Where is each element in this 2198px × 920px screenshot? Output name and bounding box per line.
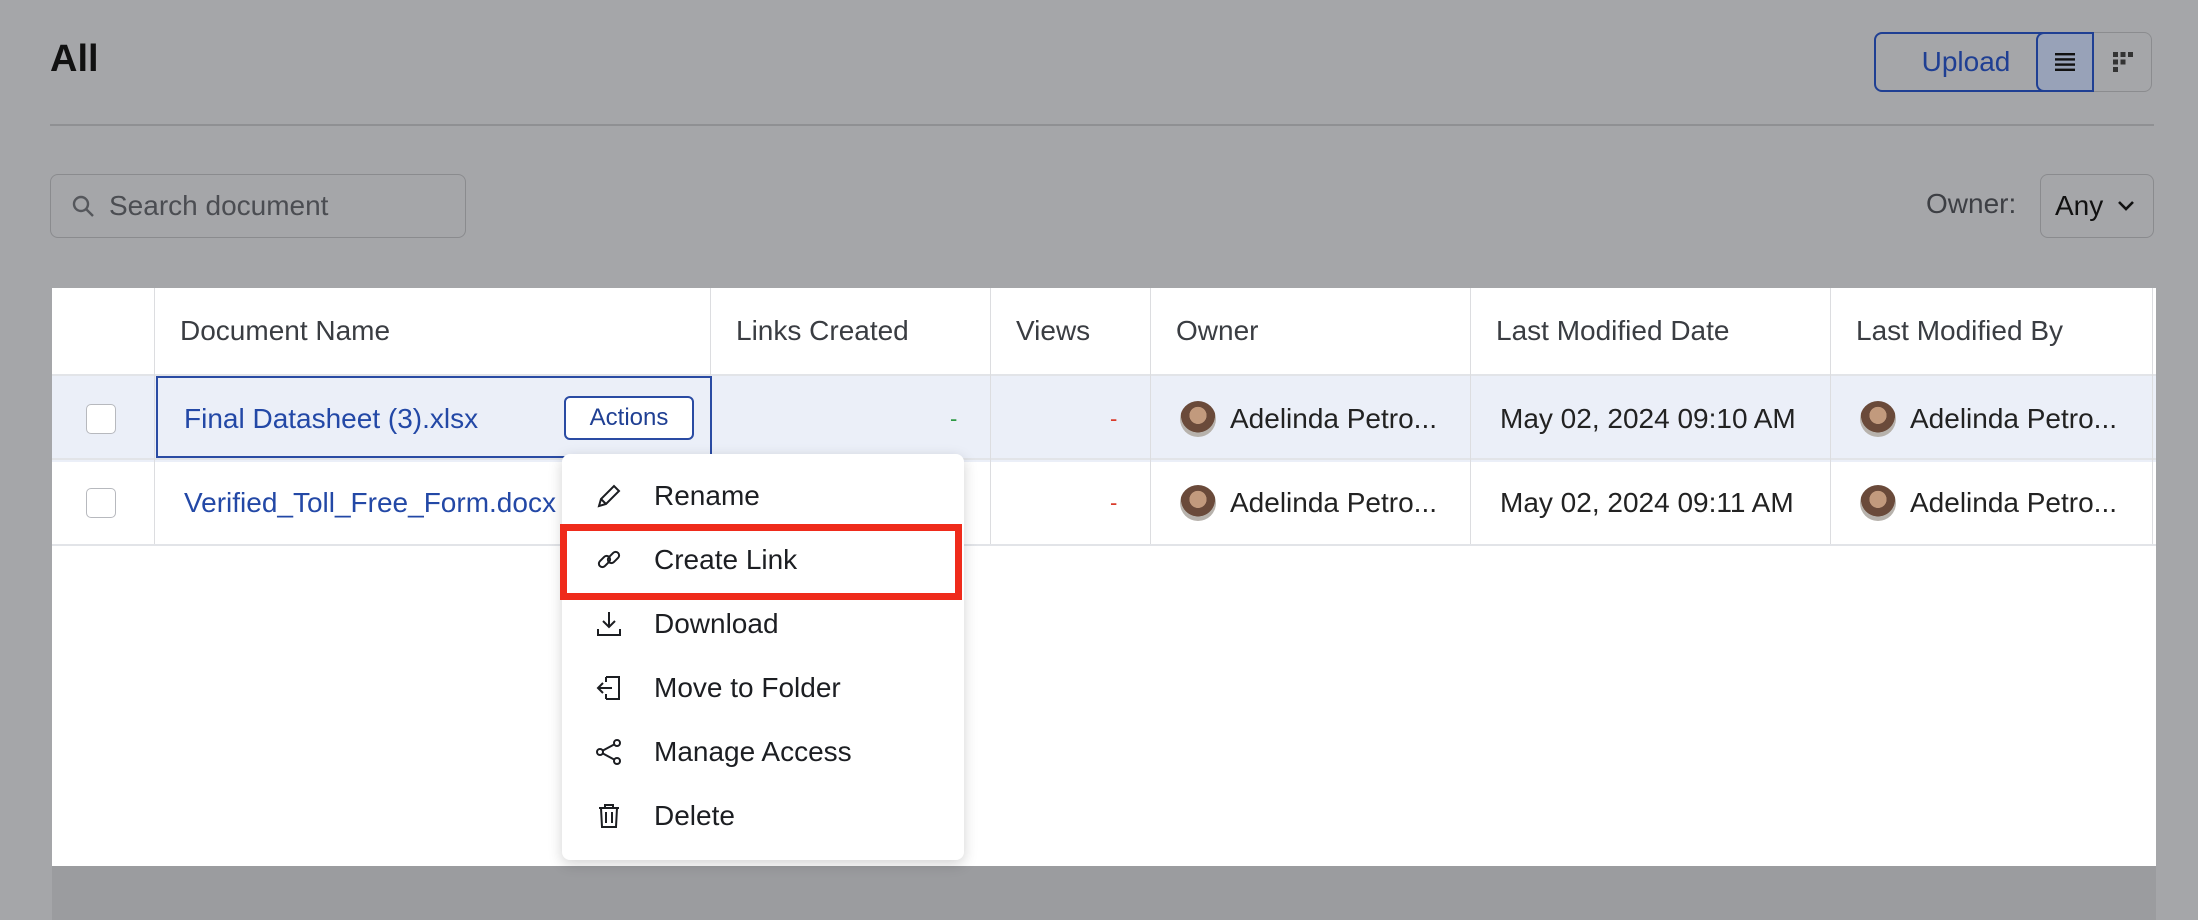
- search-placeholder: Search document: [109, 190, 329, 221]
- search-icon: [72, 195, 94, 217]
- views-value: -: [1110, 406, 1118, 431]
- views-value: -: [1110, 490, 1118, 515]
- menu-item-label: Delete: [654, 800, 735, 831]
- menu-item-delete[interactable]: Delete: [562, 784, 964, 848]
- chevron-down-icon: [2118, 201, 2135, 211]
- grid-view-button[interactable]: [2094, 32, 2152, 92]
- table-footer-overlay: [52, 866, 2156, 920]
- header-divider: [50, 124, 2154, 126]
- owner-name: Adelinda Petro...: [1230, 403, 1438, 434]
- share-icon: [592, 735, 626, 769]
- avatar: [1180, 485, 1216, 521]
- column-separator: [154, 288, 155, 544]
- highlight-create-link: [560, 524, 962, 600]
- column-header-views[interactable]: Views: [1016, 288, 1090, 374]
- list-view-button[interactable]: [2036, 32, 2094, 92]
- modified-by-cell: Adelinda Petro...: [1860, 376, 2117, 462]
- avatar: [1860, 485, 1896, 521]
- document-name-link[interactable]: Verified_Toll_Free_Form.docx: [184, 460, 556, 546]
- column-separator: [1150, 288, 1151, 544]
- avatar: [1180, 401, 1216, 437]
- row-checkbox[interactable]: [86, 488, 116, 518]
- modified-date-value: May 02, 2024 09:11 AM: [1500, 487, 1794, 518]
- modified-date-value: May 02, 2024 09:10 AM: [1500, 403, 1796, 434]
- documents-table: Document Name Links Created Views Owner …: [52, 288, 2156, 866]
- modified-by-name: Adelinda Petro...: [1910, 403, 2118, 434]
- actions-menu: Rename Create Link Download Move to Fold…: [562, 454, 964, 860]
- column-header-modified-date[interactable]: Last Modified Date: [1496, 288, 1729, 374]
- menu-item-move-to-folder[interactable]: Move to Folder: [562, 656, 964, 720]
- modified-by-name: Adelinda Petro...: [1910, 487, 2118, 518]
- owner-filter-select[interactable]: Any: [2040, 174, 2154, 238]
- column-separator: [1830, 288, 1831, 544]
- pencil-icon: [592, 479, 626, 513]
- menu-item-label: Manage Access: [654, 736, 852, 767]
- owner-cell: Adelinda Petro...: [1180, 460, 1437, 546]
- trash-icon: [592, 799, 626, 833]
- column-separator: [1470, 288, 1471, 544]
- menu-item-label: Move to Folder: [654, 672, 841, 703]
- actions-button[interactable]: Actions: [564, 396, 694, 440]
- move-folder-icon: [592, 671, 626, 705]
- modified-by-cell: Adelinda Petro...: [1860, 460, 2117, 546]
- search-input[interactable]: Search document: [50, 174, 466, 238]
- column-separator: [990, 288, 991, 544]
- menu-item-label: Rename: [654, 480, 760, 511]
- column-separator: [2152, 288, 2153, 544]
- upload-button[interactable]: Upload: [1874, 32, 2058, 92]
- owner-name: Adelinda Petro...: [1230, 487, 1438, 518]
- menu-item-download[interactable]: Download: [562, 592, 964, 656]
- owner-filter-value: Any: [2055, 190, 2104, 221]
- menu-item-rename[interactable]: Rename: [562, 464, 964, 528]
- menu-item-manage-access[interactable]: Manage Access: [562, 720, 964, 784]
- column-header-name[interactable]: Document Name: [180, 288, 390, 374]
- column-header-links[interactable]: Links Created: [736, 288, 909, 374]
- column-header-modified-by[interactable]: Last Modified By: [1856, 288, 2063, 374]
- row-checkbox[interactable]: [86, 404, 116, 434]
- document-name-link[interactable]: Final Datasheet (3).xlsx: [184, 376, 478, 462]
- list-view-icon: [2055, 53, 2075, 71]
- avatar: [1860, 401, 1896, 437]
- owner-cell: Adelinda Petro...: [1180, 376, 1437, 462]
- column-header-owner[interactable]: Owner: [1176, 288, 1258, 374]
- grid-view-icon: [2112, 52, 2133, 72]
- owner-filter-label: Owner:: [1926, 188, 2017, 219]
- menu-item-label: Download: [654, 608, 779, 639]
- download-icon: [592, 607, 626, 641]
- page-title: All: [50, 38, 99, 80]
- links-created-value: -: [950, 406, 958, 431]
